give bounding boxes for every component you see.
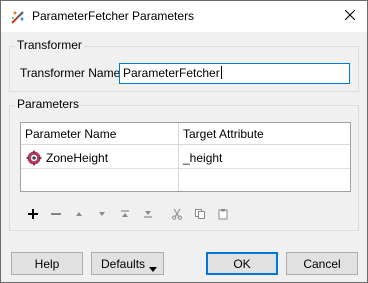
dialog-window: ParameterFetcher Parameters Transformer … [0,0,368,283]
parameter-name-cell: ZoneHeight [46,151,109,165]
cut-icon[interactable] [169,206,185,222]
column-separator [178,123,179,191]
target-attribute-cell[interactable]: _height [183,151,222,165]
move-up-icon[interactable] [71,206,87,222]
move-to-bottom-icon[interactable] [140,206,156,222]
fme-app-icon [10,9,26,25]
row-divider [21,168,350,169]
column-header-parameter-name[interactable]: Parameter Name [21,123,178,145]
window-title: ParameterFetcher Parameters [32,9,195,23]
help-button[interactable]: Help [11,252,83,275]
move-down-icon[interactable] [94,206,110,222]
column-header-target-attribute[interactable]: Target Attribute [179,123,350,145]
dropdown-arrow-icon [149,261,157,275]
cancel-button[interactable]: Cancel [286,252,358,275]
parameter-icon [26,150,42,166]
transformer-name-value: ParameterFetcher [123,66,220,80]
transformer-name-label: Transformer Name: [20,66,124,80]
move-to-top-icon[interactable] [117,206,133,222]
parameters-group: Parameters Parameter Name Target Attribu… [9,97,359,231]
parameters-table[interactable]: Parameter Name Target Attribute ZoneHeig… [20,122,351,192]
defaults-button[interactable]: Defaults [91,252,164,275]
copy-icon[interactable] [192,206,208,222]
add-icon[interactable] [25,206,41,222]
transformer-group: Transformer Transformer Name: ParameterF… [9,38,359,92]
paste-icon[interactable] [215,206,231,222]
title-bar: ParameterFetcher Parameters [1,1,367,32]
parameters-group-title: Parameters [15,97,82,111]
text-caret [220,66,222,79]
close-button[interactable] [333,1,367,31]
close-icon [344,9,356,23]
defaults-button-label: Defaults [101,256,146,271]
remove-icon[interactable] [48,206,64,222]
transformer-name-input[interactable]: ParameterFetcher [119,63,350,84]
transformer-group-title: Transformer [15,38,84,52]
ok-button[interactable]: OK [206,252,278,275]
